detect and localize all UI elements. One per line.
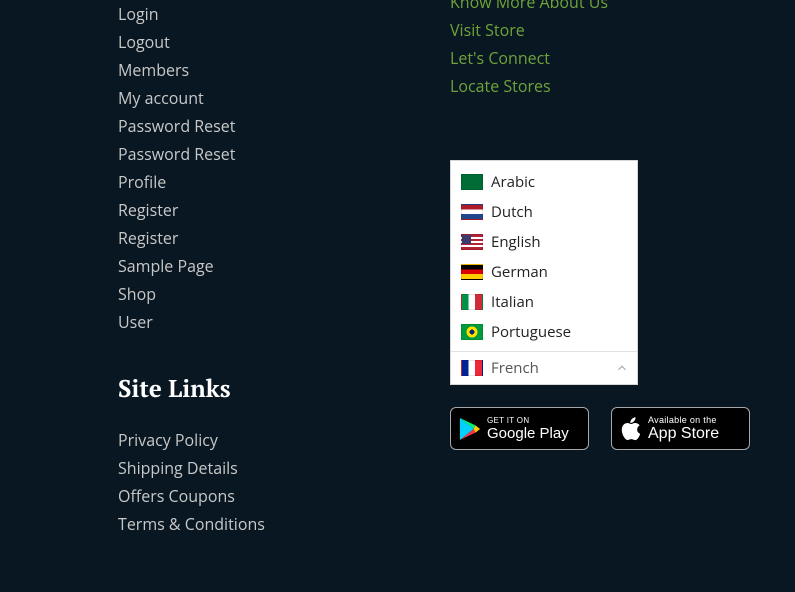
footer-link[interactable]: Members bbox=[118, 56, 450, 84]
footer-link[interactable]: Password Reset bbox=[118, 112, 450, 140]
language-option-label: English bbox=[491, 232, 541, 252]
language-options-scroll[interactable]: Arabic Dutch English German Italian Portugues… bbox=[451, 161, 637, 351]
language-option-label: Italian bbox=[491, 292, 534, 312]
google-play-bottom-text: Google Play bbox=[487, 426, 569, 441]
flag-icon bbox=[461, 234, 483, 250]
footer-link[interactable]: Visit Store bbox=[450, 16, 750, 44]
info-links-list: Know More About UsVisit StoreLet's Conne… bbox=[450, 0, 750, 100]
app-store-bottom-text: App Store bbox=[648, 426, 719, 442]
footer-link[interactable]: My account bbox=[118, 84, 450, 112]
language-option[interactable]: Italian bbox=[451, 287, 637, 317]
footer-link[interactable]: Password Reset bbox=[118, 140, 450, 168]
flag-icon bbox=[461, 360, 483, 376]
app-store-badge[interactable]: Available on the App Store bbox=[611, 407, 750, 450]
language-option[interactable]: English bbox=[451, 227, 637, 257]
chevron-up-icon bbox=[615, 361, 629, 375]
flag-icon bbox=[461, 324, 483, 340]
footer-link[interactable]: Profile bbox=[118, 168, 450, 196]
flag-icon bbox=[461, 174, 483, 190]
google-play-badge[interactable]: GET IT ON Google Play bbox=[450, 407, 589, 450]
footer-link[interactable]: Offers Coupons bbox=[118, 482, 450, 510]
footer-link[interactable]: Login bbox=[118, 0, 450, 28]
site-links-list: Privacy PolicyShipping DetailsOffers Cou… bbox=[118, 426, 450, 538]
language-option-label: Arabic bbox=[491, 172, 535, 192]
footer-link[interactable]: Sample Page bbox=[118, 252, 450, 280]
footer-link[interactable]: Terms & Conditions bbox=[118, 510, 450, 538]
language-option[interactable]: Portuguese bbox=[451, 317, 637, 347]
google-play-icon bbox=[459, 417, 481, 441]
language-option-label: Portuguese bbox=[491, 322, 571, 342]
language-selected-label: French bbox=[491, 358, 539, 378]
language-switcher[interactable]: Arabic Dutch English German Italian Portugues… bbox=[450, 160, 638, 385]
flag-icon bbox=[461, 204, 483, 220]
flag-icon bbox=[461, 294, 483, 310]
footer-link[interactable]: Register bbox=[118, 224, 450, 252]
language-option-label: Dutch bbox=[491, 202, 533, 222]
footer-link[interactable]: Register bbox=[118, 196, 450, 224]
language-selected-toggle[interactable]: French bbox=[451, 351, 637, 384]
footer-link[interactable]: Shop bbox=[118, 280, 450, 308]
language-option[interactable]: Dutch bbox=[451, 197, 637, 227]
account-links-list: LoginLogoutMembersMy accountPassword Res… bbox=[118, 0, 450, 336]
apple-icon bbox=[620, 416, 642, 442]
footer-link[interactable]: Let's Connect bbox=[450, 44, 750, 72]
app-store-top-text: Available on the bbox=[648, 416, 719, 425]
footer-link[interactable]: Privacy Policy bbox=[118, 426, 450, 454]
footer-link[interactable]: Logout bbox=[118, 28, 450, 56]
flag-icon bbox=[461, 264, 483, 280]
footer-link[interactable]: Locate Stores bbox=[450, 72, 750, 100]
language-option[interactable]: German bbox=[451, 257, 637, 287]
footer-link[interactable]: Know More About Us bbox=[450, 0, 750, 16]
footer-link[interactable]: Shipping Details bbox=[118, 454, 450, 482]
site-links-heading: Site Links bbox=[118, 372, 450, 404]
app-store-badges: GET IT ON Google Play Available on the A… bbox=[450, 407, 750, 450]
footer-link[interactable]: User bbox=[118, 308, 450, 336]
language-option-label: German bbox=[491, 262, 548, 282]
language-option[interactable]: Arabic bbox=[451, 167, 637, 197]
google-play-top-text: GET IT ON bbox=[487, 417, 569, 425]
